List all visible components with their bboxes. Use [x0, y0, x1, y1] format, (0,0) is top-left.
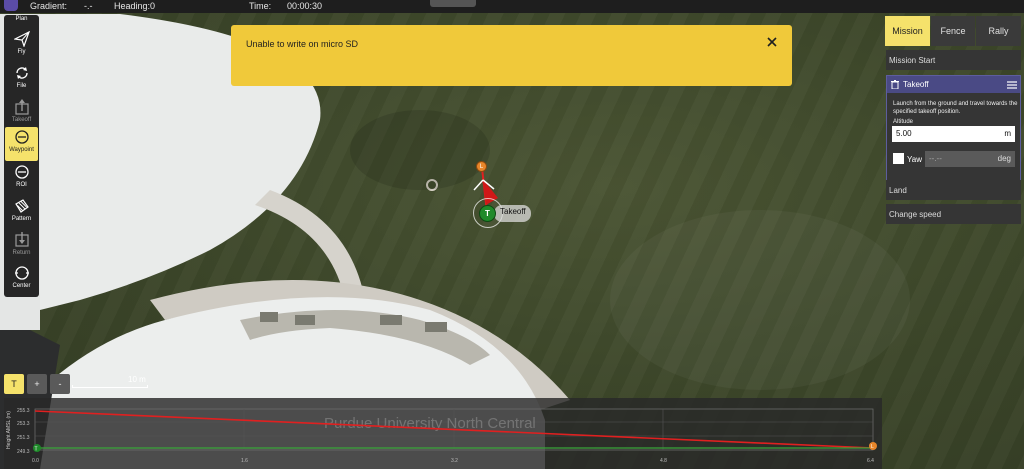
tool-label: Waypoint	[9, 147, 34, 153]
tool-plan: Plan	[5, 15, 38, 29]
tool-label: Return	[12, 250, 31, 256]
tool-return[interactable]: Return	[5, 230, 38, 264]
y-tick: 249.3	[17, 449, 30, 455]
mission-editor-panel: Mission Fence Rally Mission Start Takeof…	[885, 16, 1024, 469]
tool-label: Plan	[15, 16, 28, 22]
altitude-value[interactable]: 5.00	[896, 129, 912, 138]
yaw-unit: deg	[997, 154, 1011, 163]
y-tick: 253.3	[17, 421, 30, 427]
mission-item-change-speed[interactable]: Change speed	[886, 204, 1021, 224]
yaw-checkbox[interactable]	[893, 153, 904, 164]
notification-message: Unable to write on micro SD	[246, 39, 359, 49]
takeoff-card: Takeoff Launch from the ground and trave…	[886, 75, 1021, 190]
yaw-field[interactable]: --.-- deg	[925, 151, 1015, 167]
tool-label: Pattern	[11, 216, 32, 222]
tab-rally[interactable]: Rally	[976, 16, 1021, 46]
land-marker[interactable]: L	[476, 161, 487, 172]
yaw-value[interactable]: --.--	[929, 154, 942, 163]
tool-center[interactable]: Center	[5, 263, 38, 297]
yaw-label: Yaw	[907, 155, 922, 164]
altitude-label: Altitude	[893, 119, 914, 125]
x-tick: 3.2	[451, 458, 458, 464]
mission-start-item[interactable]: Mission Start	[886, 50, 1021, 70]
altitude-field[interactable]: 5.00 m	[892, 126, 1015, 142]
pattern-icon	[14, 198, 30, 214]
tool-file[interactable]: File	[5, 63, 38, 97]
tool-label: ROI	[16, 182, 27, 188]
takeoff-map-label[interactable]: Takeoff	[494, 205, 531, 222]
tool-label: Takeoff	[11, 117, 32, 123]
y-tick: 251.3	[17, 435, 30, 441]
tab-fence[interactable]: Fence	[931, 16, 975, 46]
app-logo-icon[interactable]	[4, 0, 18, 11]
roi-icon	[14, 164, 30, 180]
heading-value: 0	[150, 1, 156, 11]
altitude-unit: m	[1004, 129, 1011, 138]
tool-fly[interactable]: Fly	[5, 29, 38, 63]
y-tick: 255.3	[17, 408, 30, 414]
waypoint-icon	[14, 129, 30, 145]
tool-label: File	[16, 83, 27, 89]
elevation-end-label: L	[871, 444, 874, 450]
terrain-button[interactable]: T	[4, 374, 24, 394]
takeoff-card-title: Takeoff	[903, 80, 929, 89]
gradient-value: -.-	[84, 1, 93, 11]
time-value: 00:00:30	[287, 1, 323, 11]
gradient-label: Gradient:	[30, 1, 68, 11]
mission-item-land[interactable]: Land	[886, 180, 1021, 200]
elevation-start-label: T	[35, 447, 38, 453]
tool-pattern[interactable]: Pattern	[5, 196, 38, 230]
return-icon	[14, 232, 30, 248]
tool-label: Fly	[17, 49, 26, 55]
trash-icon[interactable]	[891, 80, 899, 92]
paper-plane-icon	[13, 31, 30, 47]
tool-label: Center	[12, 283, 31, 289]
upload-button[interactable]	[430, 0, 476, 7]
map-scale-label: 10 m	[128, 375, 146, 384]
plan-toolbar: Plan Fly File Takeoff Waypoint ROI Patte…	[4, 15, 39, 297]
x-tick: 0.0	[32, 458, 39, 464]
takeoff-card-header[interactable]: Takeoff	[887, 76, 1020, 93]
elevation-profile: Height AMSL (m) Purdue University North …	[4, 398, 882, 469]
zoom-in-button[interactable]: +	[27, 374, 47, 394]
takeoff-icon	[14, 99, 30, 115]
notification-banner: Unable to write on micro SD	[231, 25, 792, 86]
x-tick: 6.4	[867, 458, 874, 464]
zoom-out-button[interactable]: -	[50, 374, 70, 394]
map-watermark: Purdue University North Central	[324, 415, 536, 432]
center-icon	[14, 265, 30, 281]
time-label: Time:	[249, 1, 272, 11]
tab-mission[interactable]: Mission	[885, 16, 930, 46]
takeoff-marker[interactable]: T	[479, 205, 496, 222]
status-bar: Gradient: -.- Heading: 0 Time: 00:00:30	[0, 0, 1024, 13]
map-scale-bar	[72, 385, 148, 388]
tool-roi[interactable]: ROI	[5, 162, 38, 196]
close-icon[interactable]	[765, 35, 779, 49]
elevation-chart: Purdue University North Central T L 0.0 …	[17, 408, 877, 464]
x-tick: 1.6	[241, 458, 248, 464]
heading-label: Heading:	[114, 1, 151, 11]
tool-takeoff[interactable]: Takeoff	[5, 97, 38, 131]
editor-tabs: Mission Fence Rally	[885, 16, 1021, 46]
takeoff-description: Launch from the ground and travel toward…	[893, 101, 1018, 115]
tool-waypoint[interactable]: Waypoint	[5, 127, 38, 161]
sync-icon	[14, 65, 30, 81]
x-tick: 4.8	[660, 458, 667, 464]
hamburger-menu-icon[interactable]	[1007, 81, 1017, 92]
